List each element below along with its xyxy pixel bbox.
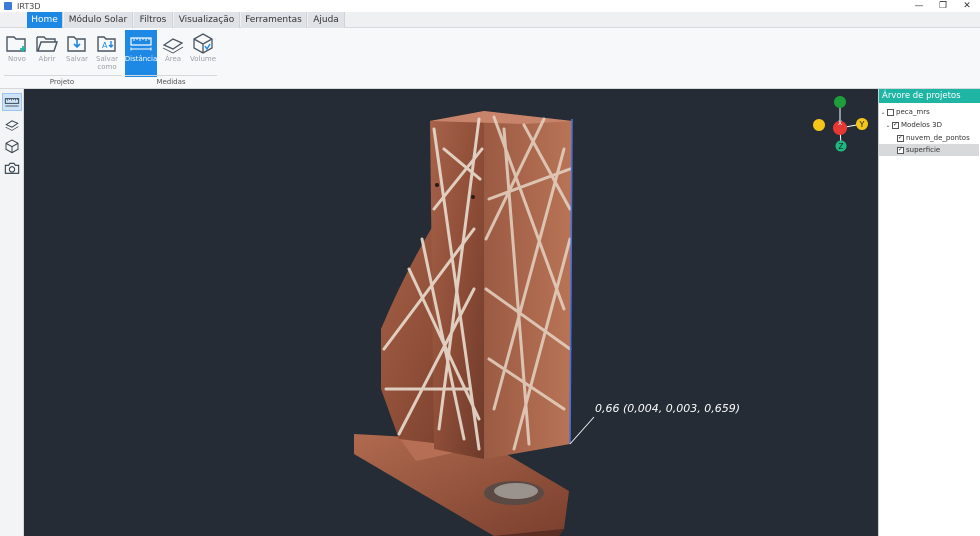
volume-button[interactable]: Volume — [188, 30, 218, 76]
app-logo-icon — [4, 2, 12, 10]
tab-home[interactable]: Home — [27, 12, 63, 28]
z-axis-label: Z — [838, 142, 843, 151]
volume-label: Volume — [189, 55, 217, 63]
left-toolbar — [0, 89, 24, 536]
tab-modulo-solar[interactable]: Módulo Solar — [64, 12, 133, 28]
save-button[interactable]: Salvar — [62, 30, 92, 76]
save-label: Salvar — [66, 55, 88, 63]
left-tool-distance[interactable] — [2, 93, 22, 111]
area-icon — [5, 120, 19, 131]
tab-visualizacao[interactable]: Visualização — [174, 12, 240, 28]
menu-bar: Home Módulo Solar Filtros Visualização F… — [0, 12, 980, 28]
ruler-icon — [4, 98, 20, 107]
tree-checkbox[interactable]: ✓ — [897, 134, 904, 142]
y-axis-label: Y — [859, 120, 865, 129]
project-tree-panel: Árvore de projetos ⌄ peca_mrs ⌄ ✓ Modelo… — [878, 89, 980, 536]
group-label-medidas: Medidas — [156, 78, 186, 86]
new-button[interactable]: Novo — [2, 30, 32, 76]
volume-cube-icon — [193, 33, 213, 54]
save-as-label: Salvar como — [96, 55, 118, 71]
3d-viewport[interactable]: 0,66 (0,004, 0,003, 0,659) Y Z X — [24, 89, 878, 536]
tree-item-label: superficie — [906, 146, 941, 154]
measurement-label: 0,66 (0,004, 0,003, 0,659) — [595, 402, 741, 415]
close-button[interactable]: ✕ — [956, 0, 978, 12]
chevron-down-icon[interactable]: ⌄ — [879, 109, 887, 116]
distance-button[interactable]: Distância — [125, 30, 157, 77]
new-folder-icon — [6, 36, 26, 52]
tree-item-peca-mrs[interactable]: ⌄ peca_mrs — [879, 106, 979, 118]
tab-filtros[interactable]: Filtros — [134, 12, 173, 28]
tab-ferramentas[interactable]: Ferramentas — [241, 12, 307, 28]
tree-item-label: peca_mrs — [896, 108, 930, 116]
area-button[interactable]: Área — [158, 30, 188, 76]
ribbon: Novo Abrir Salvar A Salvar como Distânci… — [0, 28, 980, 89]
left-tool-camera[interactable] — [2, 159, 22, 177]
left-tool-area[interactable] — [2, 115, 22, 133]
distance-label: Distância — [124, 55, 158, 63]
open-button[interactable]: Abrir — [32, 30, 62, 76]
camera-icon — [4, 162, 20, 174]
x-axis-label: X — [838, 120, 842, 127]
left-tool-volume[interactable] — [2, 137, 22, 155]
minimize-button[interactable]: — — [908, 0, 930, 12]
orientation-gizmo[interactable]: Y Z X — [810, 93, 874, 157]
open-folder-icon — [36, 36, 58, 52]
window-title: IRT3D — [17, 1, 41, 11]
measurement-leader-line — [569, 416, 595, 445]
tree-item-label: Modelos 3D — [901, 121, 943, 129]
save-as-icon: A — [97, 36, 116, 52]
chevron-down-icon[interactable]: ⌄ — [884, 122, 892, 129]
tree-item-superficie[interactable]: ✓ superficie — [879, 144, 979, 156]
title-bar: IRT3D — ❐ ✕ — [0, 0, 980, 12]
tree-checkbox[interactable] — [887, 108, 894, 116]
group-separator — [125, 75, 217, 76]
volume-cube-icon — [5, 139, 19, 154]
tab-ajuda[interactable]: Ajuda — [308, 12, 345, 28]
ruler-icon — [130, 37, 152, 51]
green-axis-handle — [834, 96, 846, 108]
tree-item-nuvem-de-pontos[interactable]: ✓ nuvem_de_pontos — [879, 132, 979, 144]
group-separator — [4, 75, 122, 76]
save-icon — [67, 36, 86, 52]
open-label: Abrir — [38, 55, 56, 63]
restore-button[interactable]: ❐ — [932, 0, 954, 12]
point-cloud-model[interactable] — [24, 89, 878, 536]
area-icon — [162, 38, 184, 54]
negative-y-axis-handle — [813, 119, 825, 131]
area-label: Área — [164, 55, 182, 63]
tree-item-label: nuvem_de_pontos — [906, 134, 970, 142]
project-tree-header: Árvore de projetos — [879, 89, 980, 103]
new-label: Novo — [8, 55, 26, 63]
tree-item-modelos-3d[interactable]: ⌄ ✓ Modelos 3D — [879, 119, 979, 131]
svg-text:A: A — [102, 41, 108, 50]
tree-checkbox[interactable]: ✓ — [897, 146, 904, 154]
tree-checkbox[interactable]: ✓ — [892, 121, 899, 129]
group-label-projeto: Projeto — [49, 78, 75, 86]
save-as-button[interactable]: A Salvar como — [92, 30, 122, 76]
